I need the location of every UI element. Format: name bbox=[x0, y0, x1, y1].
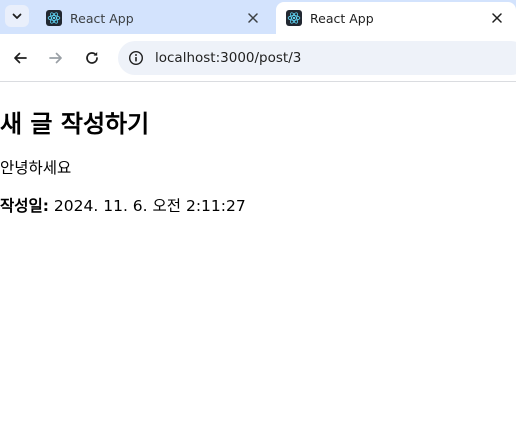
address-bar[interactable]: localhost:3000/post/3 bbox=[118, 41, 516, 75]
close-icon[interactable] bbox=[244, 9, 262, 27]
back-arrow-icon bbox=[14, 52, 27, 64]
forward-button[interactable] bbox=[44, 46, 68, 70]
tab-title: React App bbox=[70, 10, 134, 26]
browser-window: React App React App localhost:3000/post/… bbox=[0, 0, 516, 421]
back-button[interactable] bbox=[8, 46, 32, 70]
site-info-button[interactable] bbox=[124, 46, 148, 70]
post-date: 작성일: 2024. 11. 6. 오전 2:11:27 bbox=[0, 194, 246, 216]
close-icon[interactable] bbox=[488, 9, 506, 27]
react-logo-icon bbox=[46, 10, 62, 26]
tab-react-app-1[interactable]: React App bbox=[36, 2, 272, 34]
post-date-value: 2024. 11. 6. 오전 2:11:27 bbox=[53, 197, 246, 215]
url-text: localhost:3000/post/3 bbox=[155, 50, 302, 66]
reload-button[interactable] bbox=[80, 46, 104, 70]
page-content: 새 글 작성하기 안녕하세요 작성일: 2024. 11. 6. 오전 2:11… bbox=[0, 82, 516, 421]
tab-strip: React App React App bbox=[0, 0, 516, 34]
site-info-icon bbox=[128, 50, 144, 66]
chevron-down-icon bbox=[12, 13, 22, 19]
react-logo-icon bbox=[286, 10, 302, 26]
tab-search-button[interactable] bbox=[5, 5, 29, 27]
post-content: 안녕하세요 bbox=[0, 159, 72, 177]
tab-react-app-2[interactable]: React App bbox=[276, 2, 516, 34]
browser-toolbar: localhost:3000/post/3 bbox=[0, 34, 516, 82]
forward-arrow-icon bbox=[49, 52, 62, 64]
page-title: 새 글 작성하기 bbox=[0, 110, 150, 138]
post-date-label: 작성일: bbox=[0, 197, 49, 215]
reload-icon bbox=[86, 52, 98, 64]
tab-title: React App bbox=[310, 10, 374, 26]
